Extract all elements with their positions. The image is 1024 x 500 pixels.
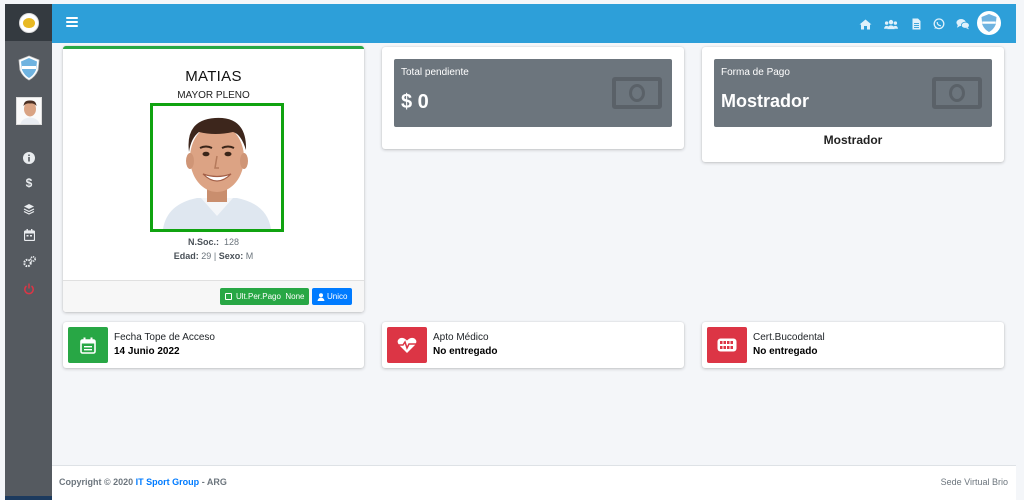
page-footer: Copyright © 2020 IT Sport Group - ARG Se… — [52, 465, 1016, 500]
copyright-text: Copyright © 2020 IT Sport Group - ARG — [59, 477, 227, 487]
brio-logo-icon — [18, 12, 39, 33]
dollar-icon[interactable]: $ — [22, 176, 36, 190]
stat-value: No entregado — [433, 346, 498, 357]
user-icon — [317, 292, 325, 301]
document-icon[interactable] — [909, 17, 923, 31]
info-icon[interactable] — [22, 151, 36, 165]
member-name: MATIAS — [185, 68, 242, 85]
calendar-icon — [225, 293, 232, 300]
access-deadline-card: Fecha Tope de Acceso 14 Junio 2022 — [63, 322, 364, 368]
stat-value: No entregado — [753, 346, 818, 357]
medical-fitness-card: Apto Médico No entregado — [382, 322, 684, 368]
payment-label: Forma de Pago — [721, 67, 790, 78]
heartbeat-icon — [387, 327, 427, 363]
home-icon[interactable] — [858, 17, 872, 31]
stat-label: Fecha Tope de Acceso — [114, 332, 215, 343]
stat-label: Apto Médico — [433, 332, 489, 343]
member-number-line: N.Soc.: 128 — [187, 237, 240, 247]
teeth-icon — [707, 327, 747, 363]
last-payment-button[interactable]: Ult.Per.Pago None — [220, 288, 310, 305]
company-link[interactable]: IT Sport Group — [136, 477, 200, 487]
chat-icon[interactable] — [956, 17, 970, 31]
user-avatar[interactable] — [16, 97, 42, 125]
top-navbar — [52, 4, 1016, 43]
layers-icon[interactable] — [22, 202, 36, 216]
plan-button[interactable]: Unico — [312, 288, 353, 305]
payment-method-card: Forma de Pago Mostrador Mostrador — [702, 47, 1004, 162]
pending-amount: $ 0 — [401, 91, 429, 113]
member-category: MAYOR PLENO — [177, 90, 250, 101]
power-icon[interactable] — [22, 282, 36, 296]
whatsapp-icon[interactable] — [932, 17, 946, 31]
dental-certificate-card: Cert.Bucodental No entregado — [702, 322, 1004, 368]
users-icon[interactable] — [884, 17, 898, 31]
profile-card-footer: Ult.Per.Pago None Unico — [63, 280, 364, 312]
sidebar-brand[interactable] — [5, 4, 52, 41]
stat-label: Cert.Bucodental — [753, 332, 825, 343]
member-age-sex-line: Edad: 29 | Sexo: M — [173, 251, 254, 261]
payment-box: Forma de Pago Mostrador — [714, 59, 992, 127]
club-shield-icon[interactable] — [17, 55, 41, 81]
pending-label: Total pendiente — [401, 67, 469, 78]
payment-caption: Mostrador — [823, 133, 883, 147]
payment-value: Mostrador — [721, 91, 810, 111]
money-bill-icon — [932, 77, 982, 109]
member-photo — [150, 103, 284, 232]
site-name: Sede Virtual Brio — [940, 477, 1008, 487]
cogs-icon[interactable] — [22, 255, 36, 269]
club-avatar-icon[interactable] — [977, 11, 1001, 35]
pending-balance-card: Total pendiente $ 0 — [382, 47, 684, 149]
pending-box: Total pendiente $ 0 — [394, 59, 672, 127]
stat-value: 14 Junio 2022 — [114, 346, 180, 357]
calendar-icon[interactable] — [22, 228, 36, 242]
money-bill-icon — [612, 77, 662, 109]
member-profile-card: MATIAS MAYOR PLENO N.Soc.: 128 Edad: 29 … — [63, 46, 364, 312]
hamburger-menu-icon[interactable] — [66, 17, 78, 27]
calendar-icon — [68, 327, 108, 363]
sidebar-bottom-strip — [5, 496, 52, 500]
sidebar: $ — [5, 4, 52, 500]
